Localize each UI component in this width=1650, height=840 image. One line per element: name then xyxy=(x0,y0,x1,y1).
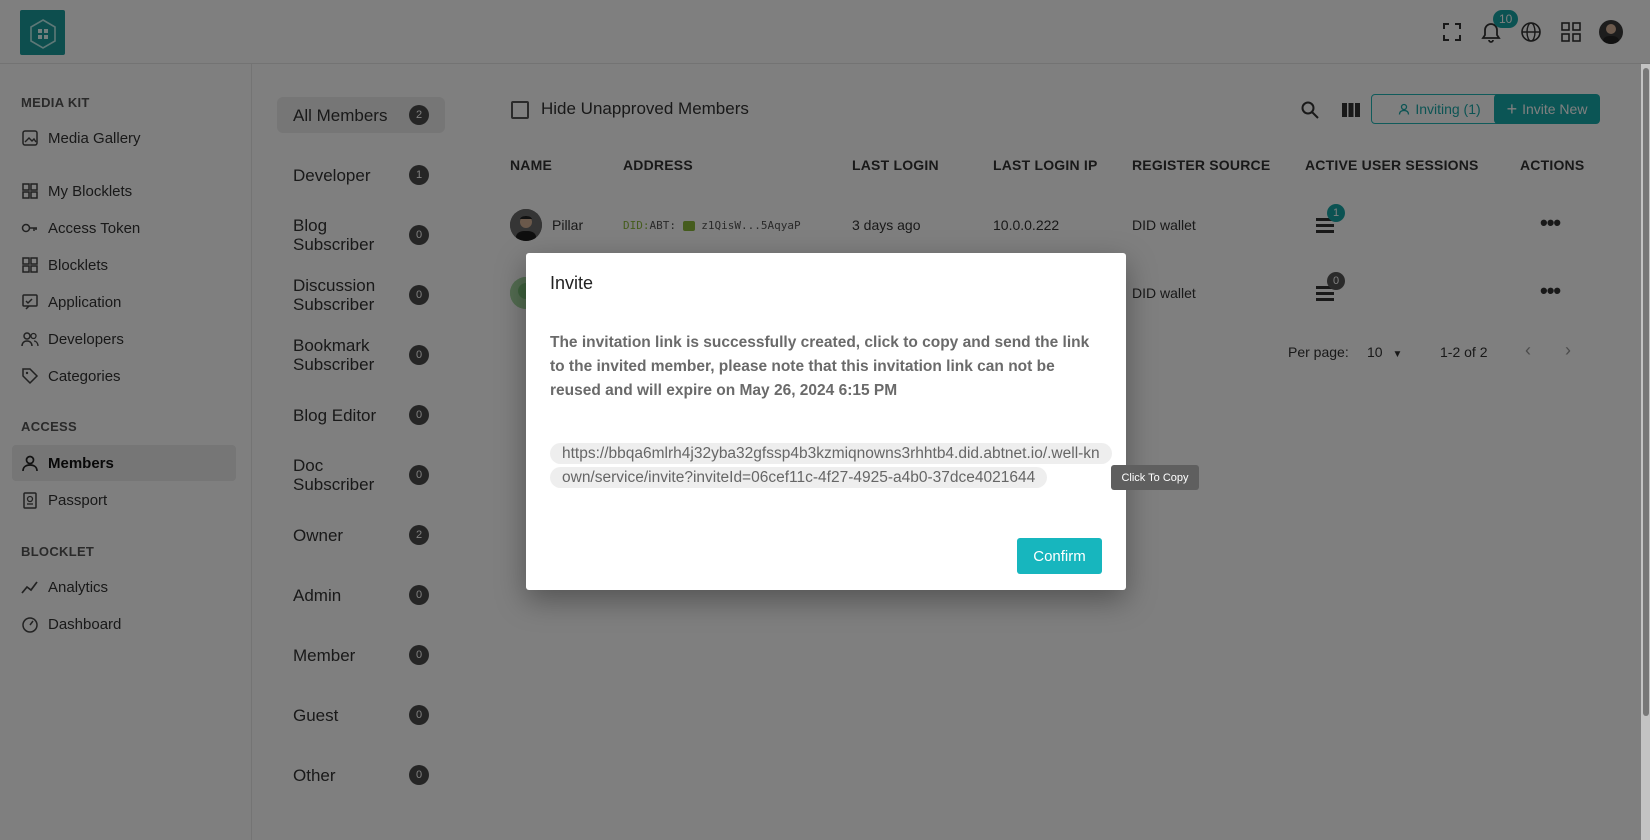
dialog-title: Invite xyxy=(550,273,594,293)
invite-link[interactable]: https://bbqa6mlrh4j32yba32gfssp4b3kzmiqn… xyxy=(550,443,1112,488)
invite-link-container[interactable]: https://bbqa6mlrh4j32yba32gfssp4b3kzmiqn… xyxy=(550,442,1112,490)
scrollbar-thumb[interactable] xyxy=(1643,68,1649,716)
confirm-button[interactable]: Confirm xyxy=(1017,538,1102,574)
copy-tooltip: Click To Copy xyxy=(1111,465,1199,490)
invite-dialog: Invite The invitation link is successful… xyxy=(526,253,1126,590)
dialog-message: The invitation link is successfully crea… xyxy=(550,334,1090,399)
